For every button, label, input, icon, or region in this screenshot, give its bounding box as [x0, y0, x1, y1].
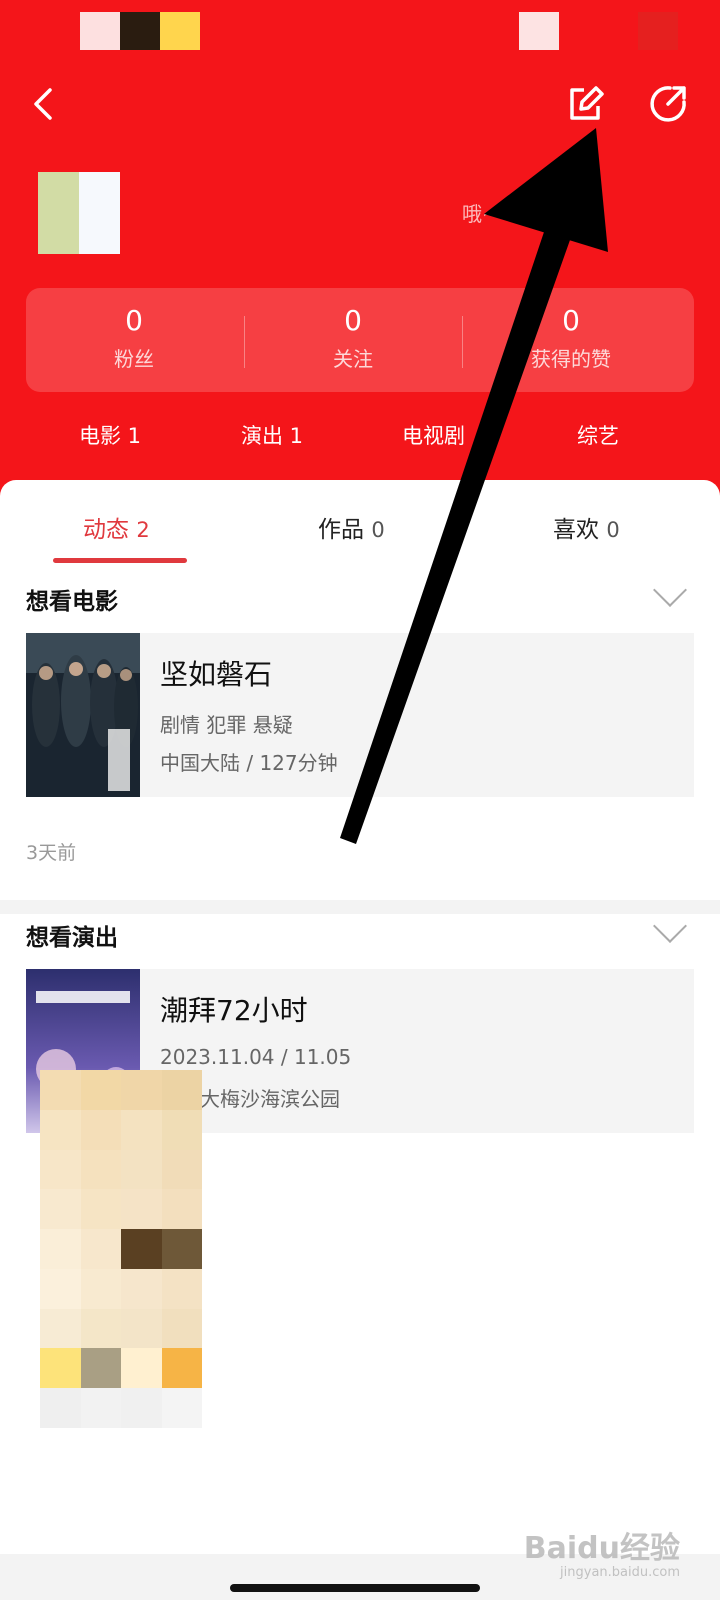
watermark-url: jingyan.baidu.com [560, 1565, 680, 1580]
watermark: Baidu经验 jingyan.baidu.com [524, 1523, 680, 1580]
watermark-brand: Baidu经验 [523, 1531, 680, 1566]
annotation-arrow [340, 128, 608, 844]
